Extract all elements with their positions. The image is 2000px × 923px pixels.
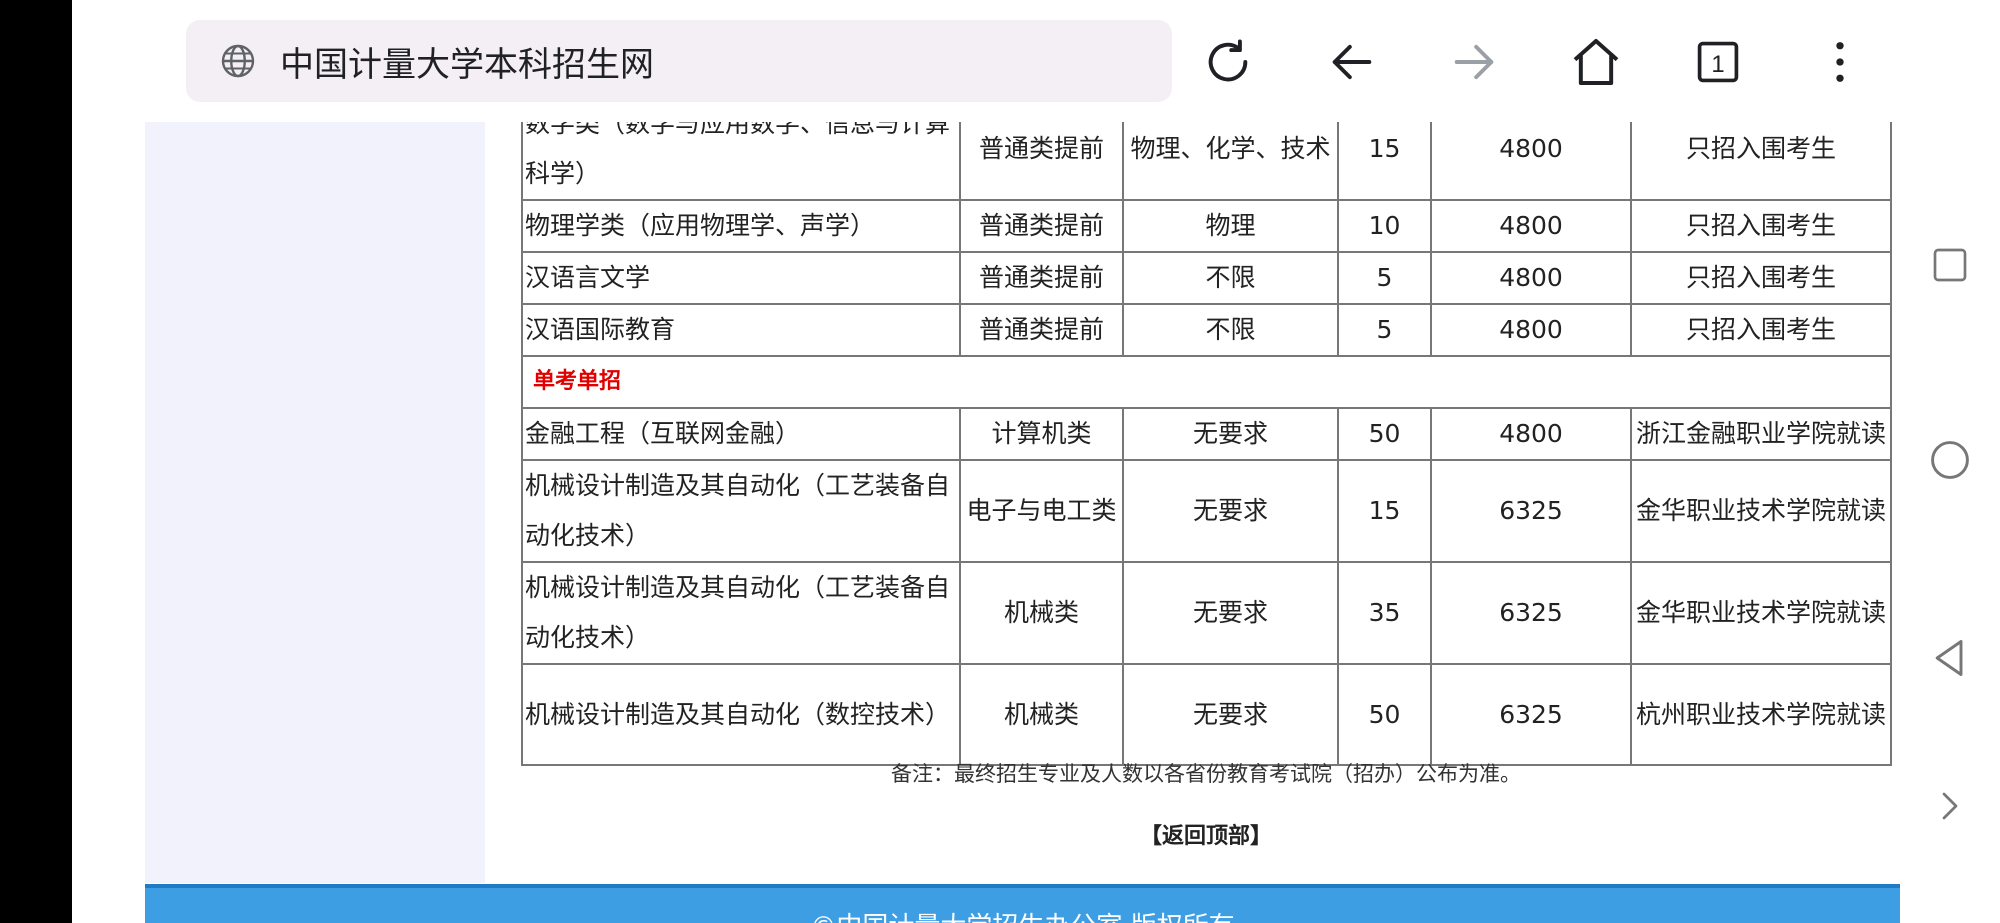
more-menu-icon[interactable]	[1810, 32, 1870, 92]
table-cell-subject: 无要求	[1122, 663, 1339, 766]
table-cell-fee: 4800	[1430, 199, 1632, 253]
table-cell-type: 普通类提前	[959, 251, 1124, 305]
table-row: 物理学类（应用物理学、声学） 普通类提前 物理 10 4800 只招入围考生	[521, 199, 1892, 253]
table-cell-type: 机械类	[959, 663, 1124, 766]
table-row: 金融工程（互联网金融） 计算机类 无要求 50 4800 浙江金融职业学院就读	[521, 407, 1892, 461]
home-circle-icon[interactable]	[1928, 438, 1972, 482]
table-cell-fee: 6325	[1430, 561, 1632, 665]
section-label: 单考单招	[521, 355, 1892, 409]
left-sidebar-panel	[145, 120, 485, 883]
table-cell-count: 50	[1337, 663, 1432, 766]
footer-copyright: ©中国计量大学招生办公室 版权所有	[145, 906, 1900, 923]
table-row: 机械设计制造及其自动化（工艺装备自动化技术） 机械类 无要求 35 6325 金华职业技术…	[521, 561, 1892, 665]
table-cell-fee: 6325	[1430, 663, 1632, 766]
table-cell-major: 汉语言文学	[521, 251, 961, 305]
table-cell-note: 只招入围考生	[1630, 251, 1892, 305]
table-cell-type: 机械类	[959, 561, 1124, 665]
forward-arrow-icon[interactable]	[1444, 32, 1504, 92]
table-cell-type: 电子与电工类	[959, 459, 1124, 563]
browser-toolbar: 中国计量大学本科招生网 1	[72, 0, 1900, 122]
admission-table: 数学类（数学与应用数学、信息与计算科学） 普通类提前 物理、化学、技术 15 4800 只…	[521, 97, 1892, 766]
table-cell-fee: 4800	[1430, 251, 1632, 305]
chevron-right-icon[interactable]	[1928, 784, 1972, 828]
table-cell-fee: 4800	[1430, 303, 1632, 357]
table-cell-type: 普通类提前	[959, 199, 1124, 253]
table-cell-type: 普通类提前	[959, 303, 1124, 357]
table-cell-note: 金华职业技术学院就读	[1630, 459, 1892, 563]
url-text: 中国计量大学本科招生网	[280, 44, 654, 85]
table-row: 机械设计制造及其自动化（工艺装备自动化技术） 电子与电工类 无要求 15 6325 金华职…	[521, 459, 1892, 563]
recent-apps-square-icon[interactable]	[1928, 243, 1972, 287]
tab-count: 1	[1711, 51, 1724, 78]
table-row: 机械设计制造及其自动化（数控技术） 机械类 无要求 50 6325 杭州职业技术学院就读	[521, 663, 1892, 766]
table-cell-count: 5	[1337, 251, 1432, 305]
table-cell-count: 35	[1337, 561, 1432, 665]
back-to-top-link[interactable]: 【返回顶部】	[521, 818, 1891, 850]
table-cell-subject: 无要求	[1122, 407, 1339, 461]
table-cell-fee: 4800	[1430, 407, 1632, 461]
table-cell-major: 金融工程（互联网金融）	[521, 407, 961, 461]
table-cell-count: 50	[1337, 407, 1432, 461]
table-cell-type: 计算机类	[959, 407, 1124, 461]
table-cell-note: 只招入围考生	[1630, 199, 1892, 253]
table-cell-note: 浙江金融职业学院就读	[1630, 407, 1892, 461]
table-row: 汉语国际教育 普通类提前 不限 5 4800 只招入围考生	[521, 303, 1892, 357]
web-content: 数学类（数学与应用数学、信息与计算科学） 普通类提前 物理、化学、技术 15 4800 只…	[72, 0, 1900, 923]
table-cell-subject: 无要求	[1122, 459, 1339, 563]
address-bar[interactable]: 中国计量大学本科招生网	[186, 20, 1172, 102]
table-cell-count: 5	[1337, 303, 1432, 357]
reload-icon[interactable]	[1198, 32, 1258, 92]
table-cell-subject: 物理	[1122, 199, 1339, 253]
table-cell-note: 只招入围考生	[1630, 303, 1892, 357]
table-cell-subject: 不限	[1122, 251, 1339, 305]
tabs-icon[interactable]: 1	[1688, 32, 1748, 92]
home-icon[interactable]	[1566, 32, 1626, 92]
back-triangle-icon[interactable]	[1928, 636, 1972, 680]
table-cell-major: 汉语国际教育	[521, 303, 961, 357]
table-cell-note: 金华职业技术学院就读	[1630, 561, 1892, 665]
table-cell-subject: 无要求	[1122, 561, 1339, 665]
globe-icon	[221, 44, 255, 78]
table-cell-note: 杭州职业技术学院就读	[1630, 663, 1892, 766]
table-cell-count: 15	[1337, 459, 1432, 563]
footnote: 备注：最终招生专业及人数以各省份教育考试院（招办）公布为准。	[891, 762, 1521, 786]
page-footer: ©中国计量大学招生办公室 版权所有	[145, 884, 1900, 923]
table-cell-fee: 6325	[1430, 459, 1632, 563]
back-arrow-icon[interactable]	[1322, 32, 1382, 92]
table-cell-major: 物理学类（应用物理学、声学）	[521, 199, 961, 253]
system-nav-bar	[1900, 0, 2000, 923]
table-cell-count: 10	[1337, 199, 1432, 253]
section-row: 单考单招	[521, 355, 1892, 409]
table-cell-major: 机械设计制造及其自动化（工艺装备自动化技术）	[521, 561, 961, 665]
table-cell-subject: 不限	[1122, 303, 1339, 357]
table-cell-major: 机械设计制造及其自动化（数控技术）	[521, 663, 961, 766]
table-cell-major: 机械设计制造及其自动化（工艺装备自动化技术）	[521, 459, 961, 563]
table-row: 汉语言文学 普通类提前 不限 5 4800 只招入围考生	[521, 251, 1892, 305]
